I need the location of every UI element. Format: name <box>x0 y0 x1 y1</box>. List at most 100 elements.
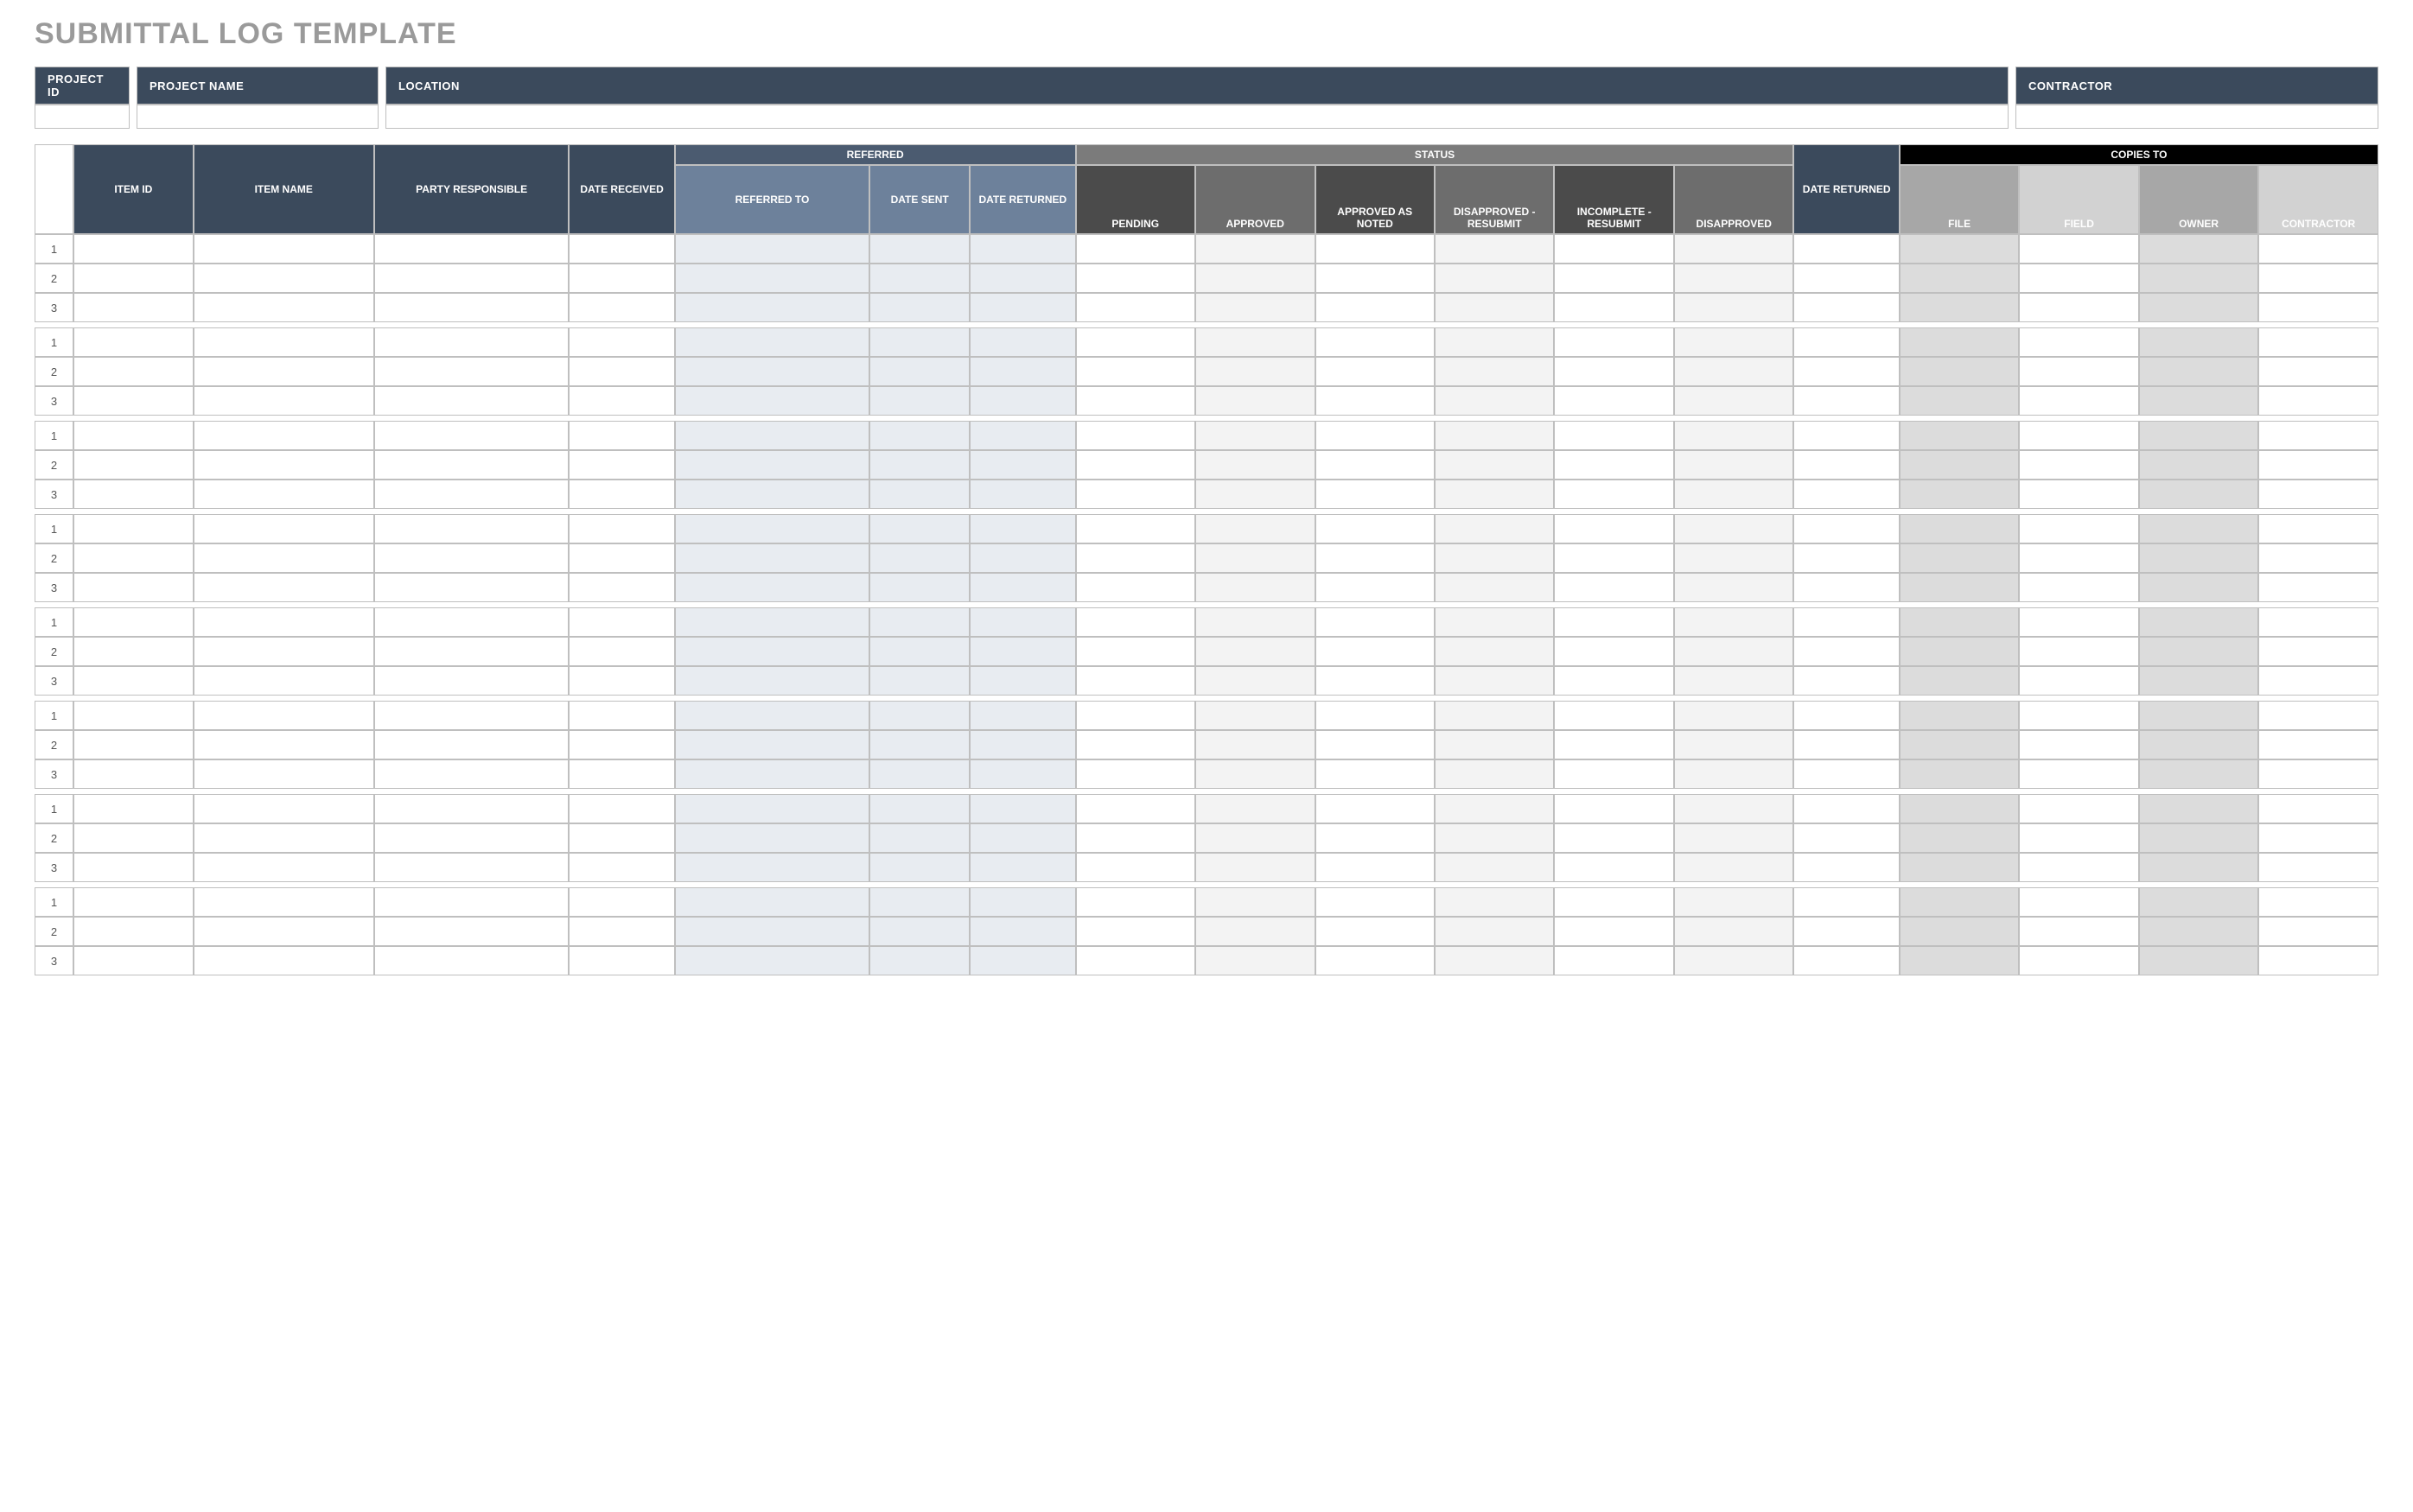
cell-item-name[interactable] <box>194 421 374 450</box>
cell-contractor[interactable] <box>2258 293 2378 322</box>
cell-disapproved[interactable] <box>1674 701 1794 730</box>
cell-owner[interactable] <box>2139 573 2258 602</box>
cell-item-id[interactable] <box>73 421 193 450</box>
cell-file[interactable] <box>1900 823 2019 853</box>
cell-approved-as-noted[interactable] <box>1315 357 1435 386</box>
cell-disapproved-resubmit[interactable] <box>1435 543 1554 573</box>
cell-party-responsible[interactable] <box>374 327 569 357</box>
cell-approved-as-noted[interactable] <box>1315 637 1435 666</box>
cell-owner[interactable] <box>2139 730 2258 759</box>
cell-incomplete-resubmit[interactable] <box>1554 480 1673 509</box>
cell-date-received[interactable] <box>569 853 674 882</box>
cell-item-id[interactable] <box>73 514 193 543</box>
cell-field[interactable] <box>2019 637 2138 666</box>
cell-referred-to[interactable] <box>675 264 869 293</box>
cell-date-returned-ref[interactable] <box>970 421 1075 450</box>
cell-date-returned[interactable] <box>1793 386 1899 416</box>
cell-date-received[interactable] <box>569 701 674 730</box>
cell-owner[interactable] <box>2139 386 2258 416</box>
cell-date-sent[interactable] <box>869 607 970 637</box>
cell-item-name[interactable] <box>194 730 374 759</box>
cell-field[interactable] <box>2019 234 2138 264</box>
cell-referred-to[interactable] <box>675 823 869 853</box>
cell-file[interactable] <box>1900 480 2019 509</box>
cell-approved[interactable] <box>1195 357 1315 386</box>
cell-approved[interactable] <box>1195 573 1315 602</box>
cell-date-returned-ref[interactable] <box>970 794 1075 823</box>
cell-owner[interactable] <box>2139 421 2258 450</box>
cell-approved-as-noted[interactable] <box>1315 386 1435 416</box>
cell-item-name[interactable] <box>194 327 374 357</box>
cell-owner[interactable] <box>2139 234 2258 264</box>
cell-date-received[interactable] <box>569 946 674 975</box>
cell-item-name[interactable] <box>194 480 374 509</box>
cell-disapproved-resubmit[interactable] <box>1435 357 1554 386</box>
cell-approved[interactable] <box>1195 853 1315 882</box>
cell-file[interactable] <box>1900 357 2019 386</box>
cell-date-returned-ref[interactable] <box>970 293 1075 322</box>
cell-approved[interactable] <box>1195 759 1315 789</box>
cell-disapproved[interactable] <box>1674 637 1794 666</box>
cell-approved-as-noted[interactable] <box>1315 573 1435 602</box>
cell-disapproved[interactable] <box>1674 853 1794 882</box>
cell-item-name[interactable] <box>194 946 374 975</box>
cell-date-sent[interactable] <box>869 701 970 730</box>
cell-file[interactable] <box>1900 421 2019 450</box>
cell-file[interactable] <box>1900 946 2019 975</box>
cell-incomplete-resubmit[interactable] <box>1554 573 1673 602</box>
cell-party-responsible[interactable] <box>374 701 569 730</box>
cell-contractor[interactable] <box>2258 327 2378 357</box>
cell-item-name[interactable] <box>194 887 374 917</box>
cell-date-sent[interactable] <box>869 823 970 853</box>
cell-referred-to[interactable] <box>675 917 869 946</box>
cell-field[interactable] <box>2019 514 2138 543</box>
cell-date-returned[interactable] <box>1793 823 1899 853</box>
cell-referred-to[interactable] <box>675 450 869 480</box>
cell-date-received[interactable] <box>569 573 674 602</box>
cell-file[interactable] <box>1900 666 2019 696</box>
cell-date-returned[interactable] <box>1793 234 1899 264</box>
cell-field[interactable] <box>2019 543 2138 573</box>
cell-contractor[interactable] <box>2258 573 2378 602</box>
cell-disapproved[interactable] <box>1674 759 1794 789</box>
cell-disapproved[interactable] <box>1674 480 1794 509</box>
cell-approved[interactable] <box>1195 637 1315 666</box>
info-value-location[interactable] <box>385 105 2009 129</box>
cell-date-received[interactable] <box>569 264 674 293</box>
cell-approved-as-noted[interactable] <box>1315 607 1435 637</box>
cell-item-id[interactable] <box>73 357 193 386</box>
cell-owner[interactable] <box>2139 293 2258 322</box>
cell-item-name[interactable] <box>194 293 374 322</box>
cell-disapproved-resubmit[interactable] <box>1435 637 1554 666</box>
cell-file[interactable] <box>1900 450 2019 480</box>
cell-incomplete-resubmit[interactable] <box>1554 450 1673 480</box>
cell-item-id[interactable] <box>73 480 193 509</box>
cell-field[interactable] <box>2019 264 2138 293</box>
cell-disapproved-resubmit[interactable] <box>1435 794 1554 823</box>
cell-contractor[interactable] <box>2258 234 2378 264</box>
cell-owner[interactable] <box>2139 514 2258 543</box>
cell-owner[interactable] <box>2139 543 2258 573</box>
cell-date-returned[interactable] <box>1793 887 1899 917</box>
cell-approved[interactable] <box>1195 480 1315 509</box>
cell-contractor[interactable] <box>2258 759 2378 789</box>
cell-owner[interactable] <box>2139 887 2258 917</box>
cell-file[interactable] <box>1900 637 2019 666</box>
cell-contractor[interactable] <box>2258 853 2378 882</box>
cell-field[interactable] <box>2019 917 2138 946</box>
cell-contractor[interactable] <box>2258 421 2378 450</box>
cell-date-received[interactable] <box>569 234 674 264</box>
cell-incomplete-resubmit[interactable] <box>1554 887 1673 917</box>
cell-disapproved-resubmit[interactable] <box>1435 234 1554 264</box>
cell-approved[interactable] <box>1195 386 1315 416</box>
cell-date-sent[interactable] <box>869 450 970 480</box>
cell-date-sent[interactable] <box>869 887 970 917</box>
cell-owner[interactable] <box>2139 794 2258 823</box>
cell-approved[interactable] <box>1195 264 1315 293</box>
cell-date-received[interactable] <box>569 666 674 696</box>
cell-date-returned-ref[interactable] <box>970 946 1075 975</box>
cell-disapproved[interactable] <box>1674 421 1794 450</box>
cell-date-returned-ref[interactable] <box>970 853 1075 882</box>
cell-incomplete-resubmit[interactable] <box>1554 514 1673 543</box>
cell-approved-as-noted[interactable] <box>1315 730 1435 759</box>
